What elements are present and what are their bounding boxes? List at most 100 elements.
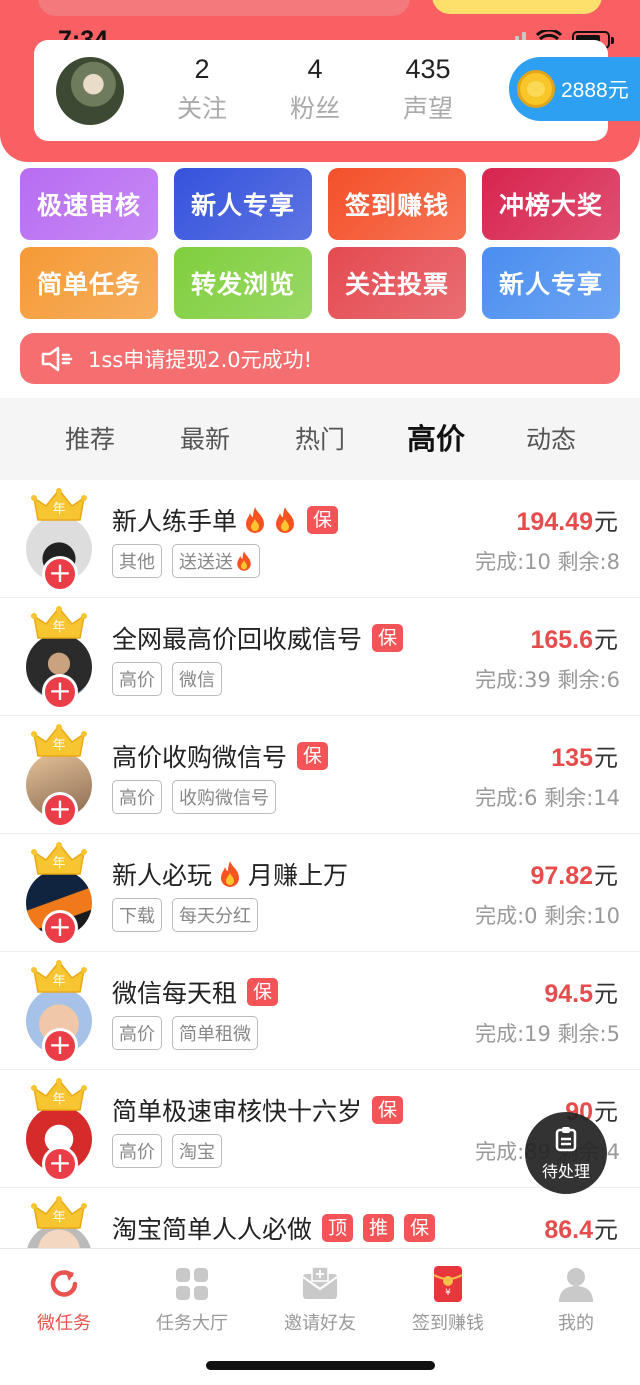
quick-action-button[interactable]: 新人专享 — [174, 168, 312, 240]
stat-value: 2 — [194, 54, 210, 84]
task-tags: 高价 微信 — [112, 662, 222, 696]
crown-icon: 年 — [31, 488, 87, 522]
crown-label: 年 — [52, 620, 66, 635]
task-row[interactable]: 年+ 淘宝简单人人必做顶推保 86.4元 — [0, 1188, 640, 1250]
price-unit: 元 — [594, 980, 618, 1008]
quick-action-button[interactable]: 新人专享 — [482, 247, 620, 319]
task-title-text: 微信每天租 — [112, 979, 238, 1008]
price-unit: 元 — [594, 508, 618, 536]
refresh-icon — [45, 1265, 83, 1303]
task-tag-label: 其他 — [119, 552, 155, 573]
price-value: 97.82 — [530, 862, 593, 890]
task-row[interactable]: 年 + 新人必玩 月赚上万 下载 每天分红 97.82元 完成:0 剩余:10 — [0, 834, 640, 952]
follow-plus-button[interactable]: + — [42, 1146, 78, 1182]
task-title: 简单极速审核快十六岁保 — [112, 1092, 404, 1128]
task-title: 淘宝简单人人必做顶推保 — [112, 1210, 436, 1246]
task-tag-label: 高价 — [119, 670, 155, 691]
nav-item-4[interactable]: ¥ 签到赚钱 — [384, 1265, 512, 1335]
guarantee-badge: 保 — [372, 1096, 404, 1124]
nav-item-2[interactable]: 任务大厅 — [128, 1265, 256, 1335]
task-title: 新人练手单 保 — [112, 502, 339, 538]
tab-1[interactable]: 推荐 — [40, 420, 140, 456]
envelope-icon — [301, 1265, 339, 1303]
task-avatar[interactable]: 年+ — [26, 1196, 92, 1250]
header-decoration — [38, 0, 410, 16]
tab-label: 热门 — [294, 425, 345, 454]
task-tags: 其他 送送送 — [112, 544, 260, 578]
crown-label: 年 — [52, 502, 66, 517]
price-unit: 元 — [594, 1216, 618, 1244]
price-value: 165.6 — [530, 626, 593, 654]
crown-label: 年 — [52, 1210, 66, 1225]
guarantee-badge: 顶 — [322, 1214, 354, 1242]
nav-item-1[interactable]: 微任务 — [0, 1265, 128, 1335]
task-title: 全网最高价回收威信号保 — [112, 620, 404, 656]
task-tag-label: 淘宝 — [179, 1142, 215, 1163]
task-title-text: 新人必玩 — [112, 861, 213, 890]
task-row[interactable]: 年 + 高价收购微信号保高价 收购微信号 135元 完成:6 剩余:14 — [0, 716, 640, 834]
follow-plus-button[interactable]: + — [42, 556, 78, 592]
tab-label: 高价 — [406, 422, 465, 456]
pending-button[interactable]: 待处理 — [525, 1112, 607, 1194]
avatar[interactable] — [56, 57, 124, 125]
task-avatar[interactable]: 年+ — [26, 960, 92, 1064]
crown-label: 年 — [52, 738, 66, 753]
quick-action-button[interactable]: 极速审核 — [20, 168, 158, 240]
stat-value: 4 — [307, 54, 323, 84]
guarantee-badge: 保 — [372, 624, 404, 652]
guarantee-badge: 保 — [247, 978, 279, 1006]
task-title: 高价收购微信号保 — [112, 738, 329, 774]
task-tag-label: 高价 — [119, 1024, 155, 1045]
follow-plus-button[interactable]: + — [42, 674, 78, 710]
quick-action-button[interactable]: 签到赚钱 — [328, 168, 466, 240]
nav-item-3[interactable]: 邀请好友 — [256, 1265, 384, 1335]
notice-bar[interactable]: 1ss申请提现2.0元成功! — [20, 333, 620, 384]
guarantee-badge: 保 — [297, 742, 329, 770]
quick-action-button[interactable]: 冲榜大奖 — [482, 168, 620, 240]
nav-label: 微任务 — [37, 1313, 91, 1334]
stat-following[interactable]: 2 关注 — [162, 54, 242, 125]
stat-reputation[interactable]: 435 声望 — [388, 54, 468, 125]
crown-label: 年 — [52, 974, 66, 989]
stat-fans[interactable]: 4 粉丝 — [275, 54, 355, 125]
task-row[interactable]: 年 + 全网最高价回收威信号保高价 微信 165.6元 完成:39 剩余:6 — [0, 598, 640, 716]
task-tag-label: 高价 — [119, 1142, 155, 1163]
task-avatar[interactable]: 年+ — [26, 606, 92, 710]
coin-balance-badge[interactable]: 2888元 — [509, 57, 640, 121]
task-row[interactable]: 年 + 新人练手单保其他 送送送 194.49元 完成:10 剩余:8 — [0, 480, 640, 598]
task-avatar[interactable]: 年+ — [26, 1078, 92, 1182]
follow-plus-button[interactable]: + — [42, 1028, 78, 1064]
tab-5[interactable]: 动态 — [501, 420, 601, 456]
task-tag: 其他 — [112, 544, 162, 578]
home-indicator[interactable] — [206, 1361, 435, 1370]
task-tag: 简单租微 — [172, 1016, 258, 1050]
speaker-icon — [41, 346, 73, 371]
task-row[interactable]: 年 + 微信每天租保高价 简单租微 94.5元 完成:19 剩余:5 — [0, 952, 640, 1070]
quick-action-button[interactable]: 转发浏览 — [174, 247, 312, 319]
task-avatar[interactable]: 年+ — [26, 488, 92, 592]
stat-label: 关注 — [176, 94, 227, 123]
task-avatar[interactable]: 年+ — [26, 842, 92, 946]
task-avatar[interactable]: 年+ — [26, 724, 92, 828]
task-price: 194.49元 — [517, 502, 618, 537]
crown-label: 年 — [52, 856, 66, 871]
task-price: 135元 — [551, 738, 618, 773]
task-title-text: 高价收购微信号 — [112, 743, 288, 772]
task-tag-label: 送送送 — [179, 552, 233, 573]
guarantee-badge: 保 — [307, 506, 339, 534]
tab-2[interactable]: 最新 — [155, 420, 255, 456]
coin-balance: 2888元 — [561, 79, 629, 102]
price-unit: 元 — [594, 626, 618, 654]
task-tag: 淘宝 — [172, 1134, 222, 1168]
task-tag: 下载 — [112, 898, 162, 932]
quick-action-button[interactable]: 简单任务 — [20, 247, 158, 319]
follow-plus-button[interactable]: + — [42, 910, 78, 946]
task-tag: 高价 — [112, 1134, 162, 1168]
fire-icon — [243, 506, 267, 534]
follow-plus-button[interactable]: + — [42, 792, 78, 828]
task-progress: 完成:39 剩余:6 — [475, 668, 620, 692]
tab-3[interactable]: 热门 — [270, 420, 370, 456]
tab-4[interactable]: 高价 — [386, 416, 486, 458]
quick-action-button[interactable]: 关注投票 — [328, 247, 466, 319]
nav-item-5[interactable]: 我的 — [512, 1265, 640, 1335]
